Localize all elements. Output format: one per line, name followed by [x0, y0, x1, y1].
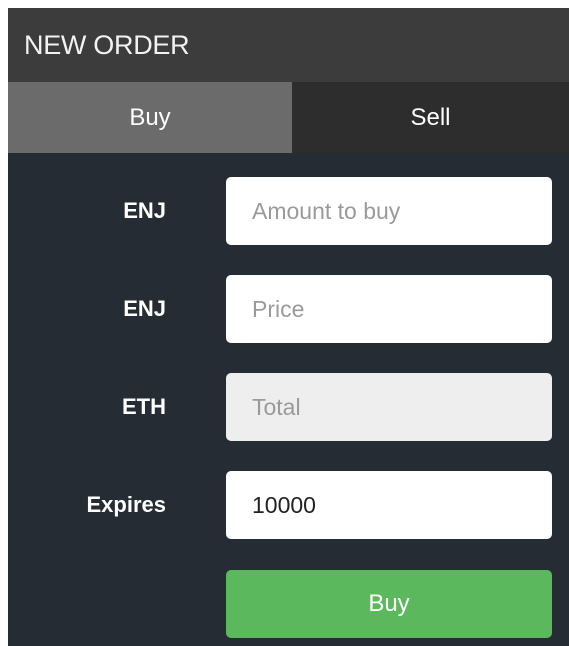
total-currency-label: ETH	[122, 394, 166, 419]
price-input[interactable]	[226, 275, 552, 343]
amount-row: ENJ	[8, 177, 569, 245]
expires-input[interactable]	[226, 471, 552, 539]
price-currency-label: ENJ	[123, 296, 166, 321]
panel-title: NEW ORDER	[8, 8, 569, 82]
expires-label: Expires	[86, 492, 167, 517]
tab-buy[interactable]: Buy	[8, 82, 292, 153]
new-order-panel: NEW ORDER Buy Sell ENJ ENJ ETH Expires B…	[8, 8, 569, 646]
tab-sell[interactable]: Sell	[292, 82, 569, 153]
total-row: ETH	[8, 373, 569, 441]
price-row: ENJ	[8, 275, 569, 343]
total-input	[226, 373, 552, 441]
buy-submit-button[interactable]: Buy	[226, 570, 552, 638]
expires-row: Expires	[8, 471, 569, 539]
amount-input[interactable]	[226, 177, 552, 245]
order-type-tabs: Buy Sell	[8, 82, 569, 153]
amount-currency-label: ENJ	[123, 198, 166, 223]
